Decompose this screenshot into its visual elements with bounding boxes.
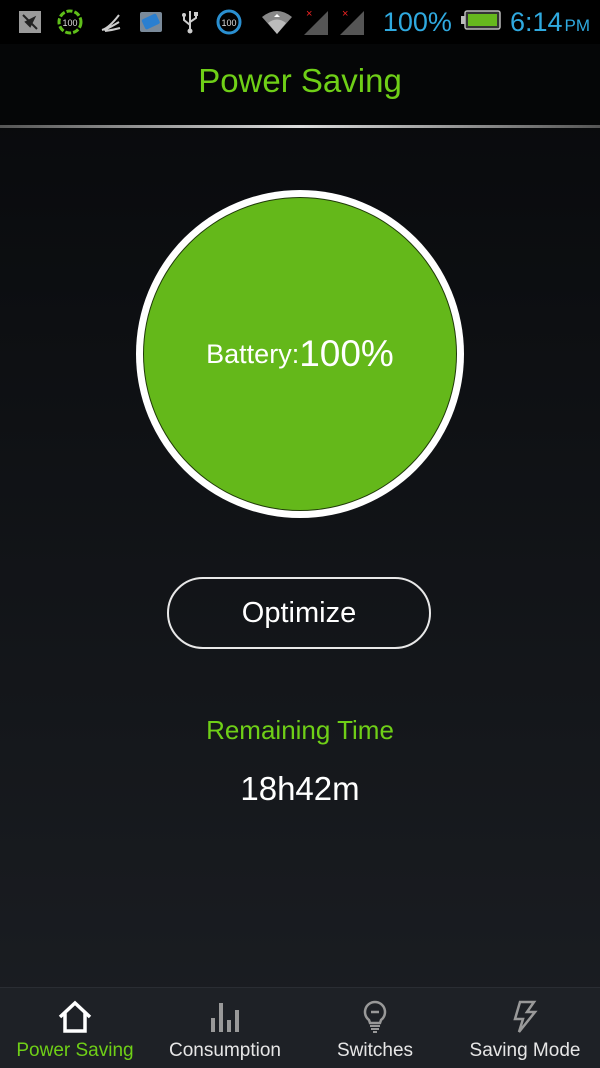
signal-no-service-icon: × <box>338 8 366 36</box>
battery-100-green-icon: 100 <box>56 8 84 36</box>
home-icon <box>56 1000 94 1034</box>
battery-app-icon <box>138 8 164 36</box>
optimize-button[interactable]: Optimize <box>167 577 431 649</box>
svg-text:100: 100 <box>221 18 236 28</box>
status-bar: 100 100 × × 100% 6:14 PM <box>0 0 600 44</box>
clock-time: 6:14 <box>509 6 563 37</box>
nav-item-saving-mode[interactable]: Saving Mode <box>450 988 600 1068</box>
svg-text:×: × <box>342 8 348 20</box>
nav-label: Switches <box>336 1040 414 1061</box>
battery-value: 100% <box>299 333 394 374</box>
page-title: Power Saving <box>198 62 402 99</box>
header-divider <box>0 125 600 128</box>
bar-chart-icon <box>208 1000 242 1034</box>
swipe-app-icon <box>99 8 123 36</box>
nav-label: Power Saving <box>16 1040 134 1061</box>
wifi-icon <box>260 8 294 36</box>
nav-label: Consumption <box>169 1040 281 1061</box>
battery-percent-text: 100% <box>382 6 452 37</box>
battery-icon <box>460 9 502 36</box>
battery-100-blue-icon: 100 <box>215 8 243 36</box>
battery-label: Battery: <box>206 338 300 369</box>
nav-item-power-saving[interactable]: Power Saving <box>0 988 150 1068</box>
remaining-time-label: Remaining Time <box>206 715 394 745</box>
bottom-nav: Power Saving Consumption Switches Saving… <box>0 987 600 1068</box>
lightning-icon <box>510 1000 540 1034</box>
clock: 6:14 PM <box>510 7 590 38</box>
signal-no-service-icon: × <box>302 8 330 36</box>
lightbulb-icon <box>360 1000 390 1034</box>
clock-ampm: PM <box>564 15 591 35</box>
battery-circle: Battery: 100% <box>144 198 456 510</box>
nav-item-switches[interactable]: Switches <box>300 988 450 1068</box>
svg-text:×: × <box>306 8 312 20</box>
nav-item-consumption[interactable]: Consumption <box>150 988 300 1068</box>
remaining-time-value: 18h42m <box>240 770 360 807</box>
svg-text:100: 100 <box>62 18 77 28</box>
nav-label: Saving Mode <box>469 1040 581 1061</box>
screenshot-app-icon <box>18 8 42 36</box>
usb-icon <box>180 8 200 36</box>
